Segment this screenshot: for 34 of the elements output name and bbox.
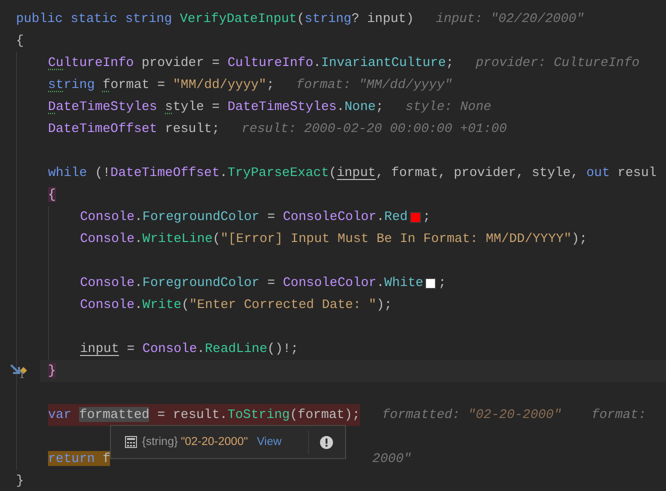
code-text: DateTimeOffset result; — [48, 120, 220, 138]
code-text: } — [16, 472, 24, 490]
type-label: {string} — [142, 436, 178, 448]
code-text: CultureInfo provider = CultureInfo.InvariantCulture; — [48, 54, 454, 72]
code-text: while (!DateTimeOffset.TryParseExact(input, format, provider, style, out resul — [48, 164, 657, 182]
code-text: input = Console.ReadLine()!; — [80, 340, 298, 358]
calculator-icon — [125, 436, 137, 448]
code-text: Console.WriteLine("[Error] Input Must Be In Format: MM/DD/YYYY"); — [80, 230, 588, 248]
arrow-icon — [10, 364, 24, 378]
code-text: string format = "MM/dd/yyyy"; — [48, 76, 274, 94]
inline-hint: input: "02/20/2000" — [436, 10, 584, 28]
inline-hint: style: None — [406, 98, 492, 116]
code-text: ; — [438, 274, 446, 292]
inline-hint: formatted: — [382, 406, 462, 424]
inline-hint: provider: CultureInfo — [476, 54, 640, 72]
view-link[interactable]: View — [256, 436, 282, 448]
code-text: public static string VerifyDateInput(string? input) — [16, 10, 414, 28]
code-text: return f — [48, 450, 110, 468]
inline-hint: format: "MM/dd/yyyy" — [296, 76, 452, 94]
inline-hint: "02-20-2000" — [468, 406, 562, 424]
code-text: { — [16, 32, 24, 50]
code-text: Console.ForegroundColor = ConsoleColor.Red — [80, 208, 408, 226]
exclamation-icon — [320, 436, 333, 448]
inline-hint: format: — [592, 406, 646, 424]
code-text: var formatted = result.ToString(format); — [48, 406, 360, 424]
value-text: "02-20-2000" — [180, 436, 248, 448]
code-text: Console.ForegroundColor = ConsoleColor.White — [80, 274, 424, 292]
code-text: } — [48, 362, 56, 380]
inline-hint: result: 2000-02-20 00:00:00 +01:00 — [242, 120, 507, 138]
code-text: DateTimeStyles style = DateTimeStyles.None; — [48, 98, 384, 116]
code-text: Console.Write("Enter Corrected Date: "); — [80, 296, 392, 314]
inline-hint: 2000" — [372, 450, 412, 468]
code-text: ; — [422, 208, 431, 226]
code-text: { — [48, 186, 56, 204]
